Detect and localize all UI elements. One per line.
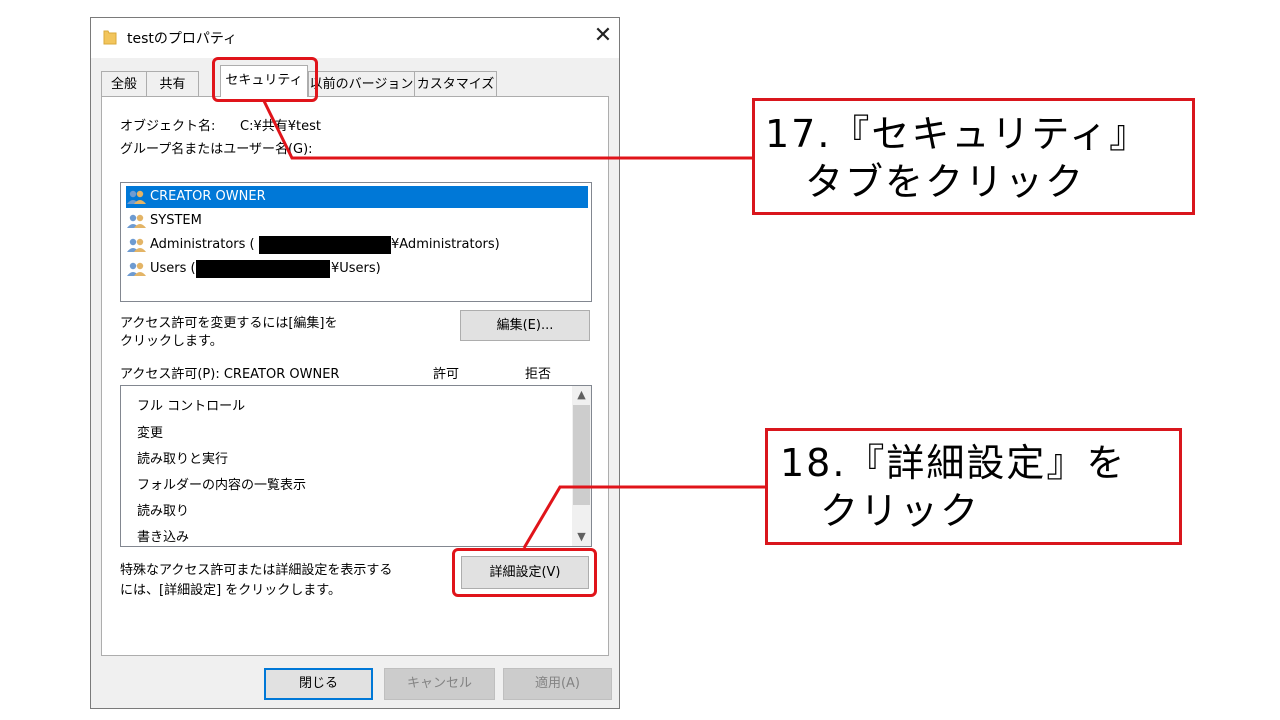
connector-line-step18 xyxy=(522,485,768,549)
step18-callout: 18.『詳細設定』を クリック xyxy=(765,428,1182,545)
connector-line-step17 xyxy=(262,100,756,160)
tab-security[interactable]: セキュリティ xyxy=(220,65,308,97)
step17-callout: 17.『セキュリティ』 タブをクリック xyxy=(752,98,1195,215)
